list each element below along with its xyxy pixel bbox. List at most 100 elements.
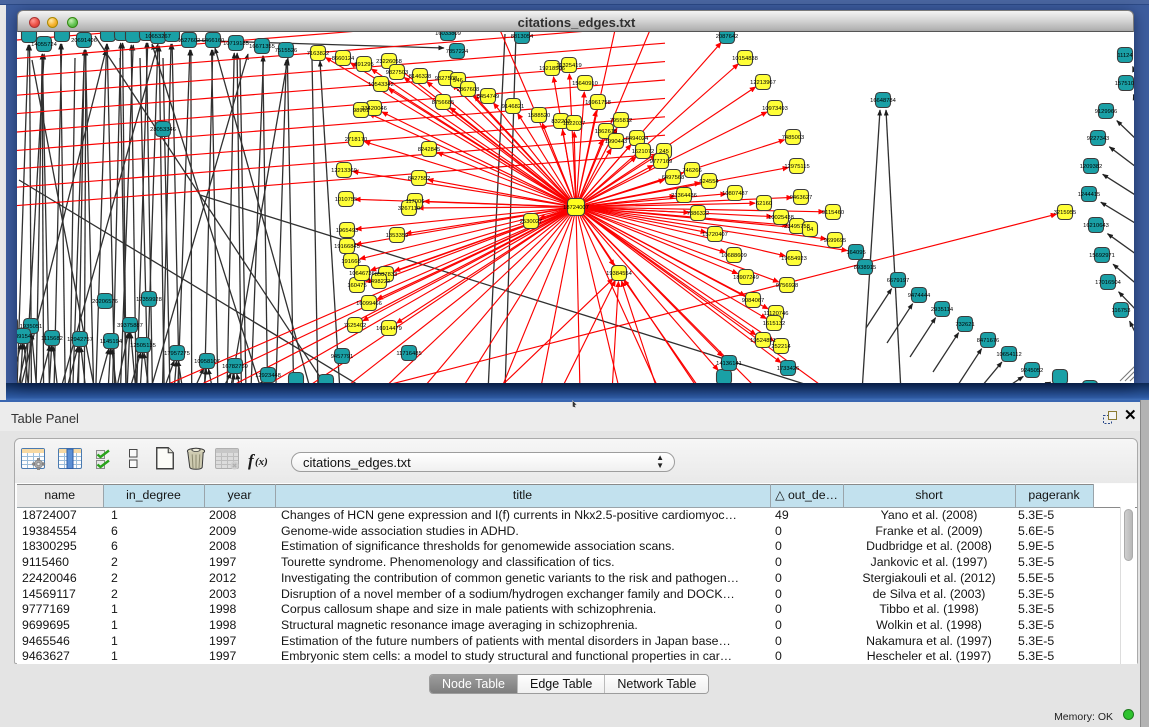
svg-text:1935051: 1935051 [20, 324, 43, 330]
svg-text:6466160: 6466160 [202, 38, 225, 44]
svg-text:16648784: 16648784 [870, 98, 897, 104]
svg-text:8660124: 8660124 [332, 56, 355, 62]
svg-text:8242845: 8242845 [418, 147, 441, 153]
svg-text:1615132: 1615132 [763, 321, 786, 327]
svg-text:10688609: 10688609 [721, 253, 747, 259]
svg-text:12213967: 12213967 [750, 80, 776, 86]
svg-text:10654112: 10654112 [996, 352, 1021, 358]
svg-text:1010755: 1010755 [335, 197, 358, 203]
svg-text:10154838: 10154838 [732, 56, 758, 62]
svg-text:14136141: 14136141 [716, 361, 742, 367]
svg-text:6497568: 6497568 [662, 175, 685, 181]
svg-text:1322037: 1322037 [563, 121, 586, 127]
svg-text:546: 546 [453, 78, 463, 84]
svg-text:9457791: 9457791 [331, 354, 354, 360]
svg-text:7386322: 7386322 [687, 211, 710, 217]
svg-text:1575104: 1575104 [1115, 81, 1134, 87]
svg-text:16099466: 16099466 [356, 301, 382, 307]
svg-text:732621: 732621 [955, 322, 974, 328]
svg-text:1621072: 1621072 [632, 149, 655, 155]
svg-text:1353359: 1353359 [386, 233, 409, 239]
svg-text:7625402: 7625402 [344, 323, 367, 329]
svg-text:1209382: 1209382 [1080, 164, 1103, 170]
svg-text:9699695: 9699695 [824, 238, 847, 244]
svg-text:9084067: 9084067 [742, 298, 765, 304]
svg-text:62160: 62160 [756, 201, 772, 207]
svg-text:9115460: 9115460 [822, 210, 844, 216]
svg-text:9146821: 9146821 [502, 104, 525, 110]
svg-text:191668: 191668 [341, 259, 360, 265]
svg-text:1362615: 1362615 [595, 129, 618, 135]
svg-text:116753: 116753 [1112, 308, 1131, 314]
svg-text:9463627: 9463627 [790, 195, 813, 201]
svg-text:2718170: 2718170 [345, 137, 368, 143]
svg-text:39154: 39154 [17, 334, 32, 340]
svg-text:117006: 117006 [406, 199, 425, 205]
svg-text:17957275: 17957275 [164, 351, 190, 357]
svg-text:160475: 160475 [347, 283, 366, 289]
svg-text:7955812: 7955812 [610, 118, 633, 124]
svg-text:16210643: 16210643 [1083, 223, 1109, 229]
svg-text:8813054: 8813054 [511, 34, 534, 40]
svg-text:10025438: 10025438 [768, 215, 794, 221]
svg-text:12942757: 12942757 [67, 337, 93, 343]
svg-text:19166845: 19166845 [334, 244, 360, 250]
svg-text:20691406: 20691406 [71, 38, 97, 44]
svg-text:11120746: 11120746 [764, 311, 789, 317]
svg-text:9129966: 9129966 [1095, 109, 1118, 115]
svg-text:16961758: 16961758 [585, 100, 611, 106]
svg-text:9227343: 9227343 [1087, 136, 1110, 142]
svg-text:04: 04 [807, 227, 814, 233]
svg-text:624554: 624554 [699, 179, 719, 185]
svg-text:891295: 891295 [354, 62, 373, 68]
svg-text:10973493: 10973493 [762, 106, 788, 112]
svg-text:9474444: 9474444 [908, 293, 931, 299]
svg-text:2867608: 2867608 [457, 87, 480, 93]
svg-text:17016504: 17016504 [1095, 280, 1122, 286]
svg-text:98961: 98961 [353, 108, 369, 114]
svg-text:8427552: 8427552 [408, 176, 431, 182]
svg-text:10653267: 10653267 [145, 34, 171, 40]
svg-text:9827503: 9827503 [386, 70, 409, 76]
svg-text:10646736: 10646736 [349, 271, 375, 277]
svg-text:8587833: 8587833 [375, 272, 398, 278]
svg-text:2530027: 2530027 [520, 219, 543, 225]
svg-text:252214: 252214 [771, 344, 791, 350]
svg-text:8146328: 8146328 [409, 74, 432, 80]
svg-text:16033809: 16033809 [435, 32, 461, 37]
svg-text:1145194: 1145194 [100, 339, 123, 345]
svg-text:7163822: 7163822 [307, 51, 330, 57]
svg-text:8756685: 8756685 [432, 100, 455, 106]
svg-text:7515526: 7515526 [275, 48, 298, 54]
svg-text:39375887: 39375887 [117, 323, 143, 329]
svg-text:10807487: 10807487 [722, 191, 748, 197]
svg-text:1244415: 1244415 [1078, 192, 1101, 198]
svg-text:9756928: 9756928 [776, 283, 799, 289]
svg-text:23226058: 23226058 [376, 59, 402, 65]
svg-text:164095: 164095 [846, 250, 865, 256]
svg-text:3215955: 3215955 [1054, 210, 1077, 216]
svg-text:12975115: 12975115 [784, 164, 809, 170]
svg-text:28053346: 28053346 [150, 127, 176, 133]
svg-text:2935114: 2935114 [931, 307, 954, 313]
svg-text:3267110: 3267110 [398, 206, 420, 212]
svg-text:1733426: 1733426 [777, 366, 800, 372]
svg-text:18907249: 18907249 [733, 275, 759, 281]
svg-text:1527602: 1527602 [178, 38, 201, 44]
svg-text:8454749: 8454749 [477, 94, 500, 100]
svg-text:7857224: 7857224 [446, 49, 469, 55]
svg-text:2087642: 2087642 [716, 34, 739, 40]
svg-text:10958107: 10958107 [194, 359, 220, 365]
svg-text:20206576: 20206576 [92, 299, 118, 305]
svg-text:14055724: 14055724 [31, 42, 58, 48]
svg-text:16782759: 16782759 [222, 364, 248, 370]
svg-text:19384554: 19384554 [606, 271, 633, 277]
svg-text:8938915: 8938915 [854, 265, 877, 271]
svg-text:17359928: 17359928 [136, 297, 162, 303]
svg-text:7485003: 7485003 [782, 135, 805, 141]
svg-text:1588520: 1588520 [528, 113, 551, 119]
svg-text:16914479: 16914479 [376, 326, 402, 332]
svg-text:12923448: 12923448 [255, 373, 281, 379]
svg-text:8471676: 8471676 [977, 338, 1000, 344]
svg-text:1498222: 1498222 [368, 279, 391, 285]
